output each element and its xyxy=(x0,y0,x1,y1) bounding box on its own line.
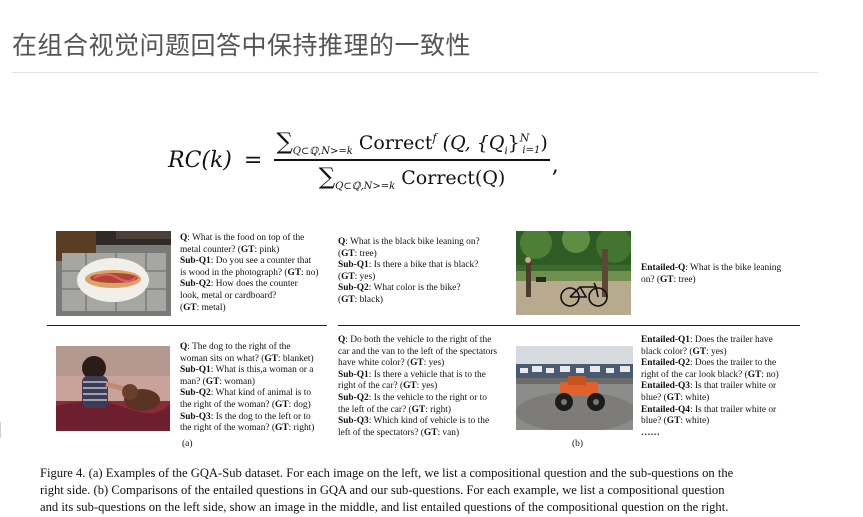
formula-denominator: ∑Q⊂ℚ,N>=k Correct(Q) xyxy=(318,163,506,192)
woman-dog-image xyxy=(56,346,170,431)
rc-formula: RC(k) = ∑Q⊂ℚ,N>=k Correctf (Q, {Qi}Ni=1)… xyxy=(168,128,559,192)
bike-park-image xyxy=(516,231,631,315)
slide-title: 在组合视觉问题回答中保持推理的一致性 xyxy=(12,31,472,60)
figure-caption: Figure 4. (a) Examples of the GQA-Sub da… xyxy=(40,465,830,516)
panel-b-bottom-entailed-text: Entailed-Q1: Does the trailer have black… xyxy=(641,335,779,438)
formula-fraction: ∑Q⊂ℚ,N>=k Correctf (Q, {Qi}Ni=1) ∑Q⊂ℚ,N>… xyxy=(274,128,550,192)
panel-b-divider xyxy=(338,325,800,326)
panel-b-top-entailed-text: Entailed-Q: What is the bike leaning on?… xyxy=(641,263,782,285)
formula-numerator: ∑Q⊂ℚ,N>=k Correctf (Q, {Qi}Ni=1) xyxy=(276,128,548,157)
formula-lhs: RC(k) xyxy=(168,147,232,173)
caption-line: right side. (b) Comparisons of the entai… xyxy=(40,483,725,497)
caption-line: Figure 4. (a) Examples of the GQA-Sub da… xyxy=(40,466,734,480)
formula-equals: = xyxy=(243,147,263,173)
panel-a-q1-text: Q: What is the food on top of the metal … xyxy=(180,233,319,313)
edge-marker xyxy=(0,422,1,438)
caption-line: and its sub-questions on the left side, … xyxy=(40,500,729,514)
hotdog-image xyxy=(56,231,171,316)
panel-a-label: (a) xyxy=(182,439,193,449)
panel-b-top-question-text: Q: What is the black bike leaning on? (G… xyxy=(338,237,480,305)
panel-a-q2-text: Q: The dog to the right of the woman sit… xyxy=(180,342,315,434)
monster-truck-image xyxy=(516,346,633,430)
panel-a-divider xyxy=(47,325,327,326)
panel-b-label: (b) xyxy=(572,439,584,449)
panel-b-bottom-question-text: Q: Do both the vehicle to the right of t… xyxy=(338,335,498,438)
formula-comma: , xyxy=(551,153,559,178)
title-divider xyxy=(12,72,818,73)
